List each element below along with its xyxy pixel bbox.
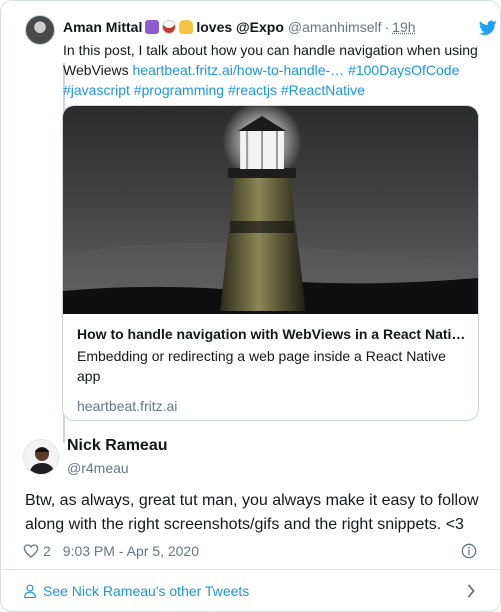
article-link[interactable]: heartbeat.fritz.ai/how-to-handle-… — [133, 62, 345, 78]
parent-author-handle[interactable]: @amanhimself — [288, 19, 382, 35]
twitter-bird-icon[interactable] — [479, 20, 497, 36]
see-other-tweets-label[interactable]: See Nick Rameau's other Tweets — [43, 583, 249, 599]
link-card-title: How to handle navigation with WebViews i… — [77, 326, 466, 342]
author-avatar-image — [24, 440, 58, 474]
tweet-timestamp[interactable]: 9:03 PM - Apr 5, 2020 — [63, 543, 199, 559]
author-name[interactable]: Nick Rameau — [67, 437, 168, 455]
parent-author-name[interactable]: Aman Mittal — [63, 19, 142, 35]
link-card-description: Embedding or redirecting a web page insi… — [77, 348, 446, 384]
separator-dot: · — [384, 19, 390, 35]
parent-text-line1: In this post, I talk about how you can h… — [63, 42, 478, 58]
tweet-meta: 2 9:03 PM - Apr 5, 2020 — [23, 543, 199, 559]
vulcan-hand-icon — [179, 20, 194, 34]
info-icon[interactable] — [461, 543, 477, 559]
link-card-body: How to handle navigation with WebViews i… — [63, 314, 478, 416]
footer-divider — [1, 569, 500, 570]
heart-icon[interactable] — [23, 543, 39, 559]
parent-author-name-suffix[interactable]: loves @Expo — [196, 19, 284, 35]
parent-avatar[interactable] — [25, 15, 55, 45]
hashtags-line[interactable]: #javascript #programming #reactjs #React… — [63, 80, 493, 100]
tweet-embed-card: Aman Mittal loves @Expo @amanhimself · 1… — [0, 0, 501, 612]
parent-tweet-header: Aman Mittal loves @Expo @amanhimself · 1… — [63, 19, 416, 35]
link-preview-card[interactable]: How to handle navigation with WebViews i… — [62, 105, 479, 421]
like-count[interactable]: 2 — [43, 543, 51, 559]
parent-tweet-text: In this post, I talk about how you can h… — [63, 40, 493, 100]
person-icon — [24, 584, 36, 598]
hashtag-link[interactable]: #100DaysOfCode — [348, 62, 459, 78]
parent-tweet-time[interactable]: 19h — [392, 19, 415, 35]
see-other-tweets-link[interactable]: See Nick Rameau's other Tweets — [23, 583, 249, 599]
atom-icon — [145, 20, 160, 34]
lighthouse-image — [63, 106, 478, 314]
chevron-right-icon[interactable] — [466, 584, 476, 598]
tweet-text: Btw, as always, great tut man, you alway… — [25, 492, 479, 533]
author-handle[interactable]: @r4meau — [67, 460, 129, 476]
parent-text-line2: WebViews heartbeat.fritz.ai/how-to-handl… — [63, 60, 493, 80]
link-card-domain: heartbeat.fritz.ai — [77, 398, 178, 414]
coffee-cup-icon — [162, 20, 177, 34]
parent-text-plain: WebViews — [63, 62, 133, 78]
author-avatar[interactable] — [23, 439, 59, 475]
